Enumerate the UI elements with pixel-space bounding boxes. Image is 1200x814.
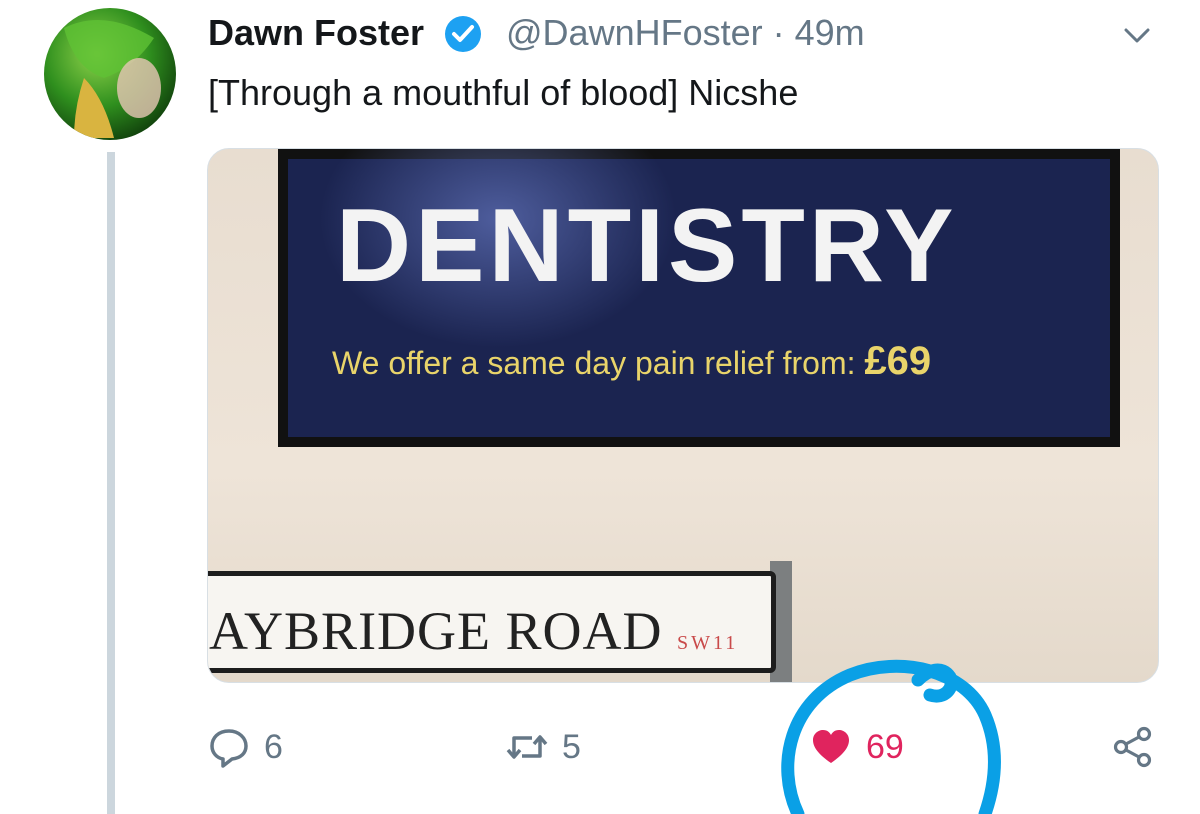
author-handle-time[interactable]: @DawnHFoster · 49m: [506, 12, 865, 54]
chevron-down-icon[interactable]: [1120, 18, 1154, 52]
highlight-circle-annotation: [781, 659, 1001, 814]
share-icon: [1113, 726, 1152, 768]
reply-count: 6: [264, 727, 283, 766]
sign-title: DENTISTRY: [336, 188, 958, 304]
retweet-count: 5: [562, 727, 581, 766]
reply-button[interactable]: 6: [208, 722, 283, 772]
sign-price: £69: [864, 339, 932, 383]
thread-line: [107, 152, 115, 814]
sign-subtitle: We offer a same day pain relief from: £6…: [332, 339, 932, 383]
dentistry-sign: DENTISTRY We offer a same day pain relie…: [278, 149, 1120, 447]
retweet-button[interactable]: 5: [506, 722, 581, 772]
author-name[interactable]: Dawn Foster: [208, 12, 424, 54]
verified-badge-icon: [445, 16, 481, 52]
road-postcode: SW11: [677, 632, 739, 654]
tweet-text: [Through a mouthful of blood] Nicshe: [208, 72, 799, 113]
share-button[interactable]: [1112, 722, 1154, 772]
retweet-icon: [506, 735, 548, 759]
tweet-photo[interactable]: DENTISTRY We offer a same day pain relie…: [207, 148, 1159, 683]
reply-icon: [210, 729, 248, 768]
road-sign: AYBRIDGE ROAD SW11: [208, 571, 776, 673]
avatar[interactable]: [44, 8, 176, 140]
road-name: AYBRIDGE ROAD: [209, 601, 663, 661]
